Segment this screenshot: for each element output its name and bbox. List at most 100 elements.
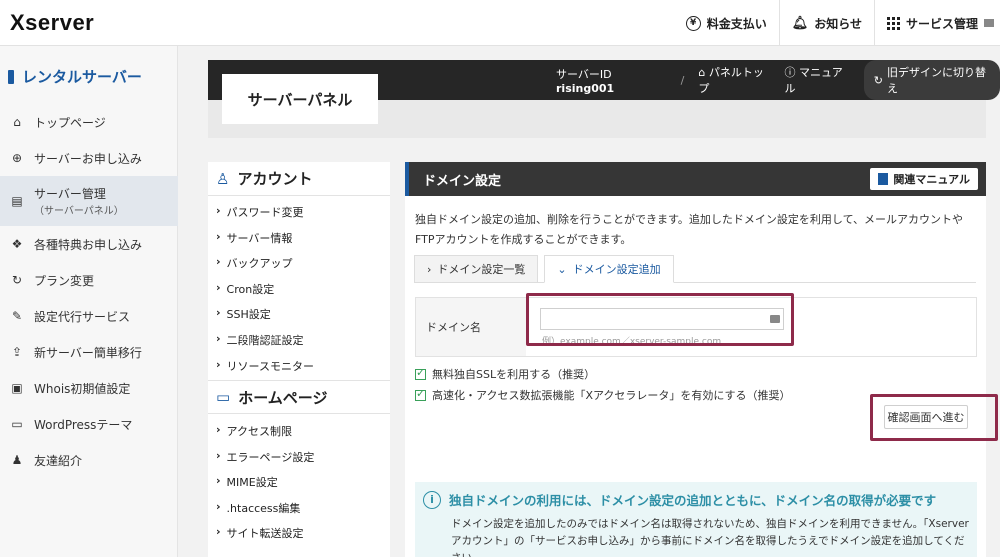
menu-link-cron[interactable]: › Cron設定 <box>216 281 274 297</box>
chevron-right-icon: › <box>216 358 221 371</box>
sidebar-item-referral[interactable]: ♟ 友達紹介 <box>0 446 178 474</box>
related-manual-button[interactable]: 関連マニュアル <box>870 168 978 190</box>
sidebar-item-label: WordPressテーマ <box>34 417 133 432</box>
homepage-title: ホームページ <box>238 388 328 407</box>
service-manage-label: サービス管理 <box>905 16 978 31</box>
checkbox-checked-icon[interactable] <box>415 366 426 380</box>
home-icon: ⌂ <box>13 115 21 129</box>
domain-settings-heading: ドメイン設定 関連マニュアル <box>405 162 986 196</box>
xserver-logo[interactable]: Xserver <box>10 10 94 36</box>
menu-link-htaccess[interactable]: › .htaccess編集 <box>216 500 300 516</box>
user-icon: ♟ <box>11 453 23 467</box>
chevron-down-icon: ⌄ <box>557 262 567 276</box>
tab-label: ドメイン設定一覧 <box>437 263 526 276</box>
checkbox-checked-icon[interactable] <box>415 387 426 401</box>
top-header: Xserver ¥ 料金支払い 🔔︎ お知らせ サービス管理 <box>0 0 1000 46</box>
menu-link-server-info[interactable]: › サーバー情報 <box>216 230 292 246</box>
refresh-icon: ↻ <box>873 73 883 87</box>
panel-top-label: パネルトップ <box>698 66 764 95</box>
tab-domain-list[interactable]: › ドメイン設定一覧 <box>414 255 539 283</box>
menu-link-resource[interactable]: › リソースモニター <box>216 358 314 374</box>
info-title-text: 独自ドメインの利用には、ドメイン設定の追加とともに、ドメイン名の取得が必要です <box>449 493 937 508</box>
menu-link-password[interactable]: › パスワード変更 <box>216 204 304 220</box>
info-text: ドメイン設定を追加したのみではドメイン名は取得されないため、独自ドメインを利用で… <box>451 518 969 557</box>
ssl-checkbox-row[interactable]: 無料独自SSLを利用する（推奨） <box>415 366 595 382</box>
sidebar-item-setup-service[interactable]: ✎ 設定代行サービス <box>0 302 178 330</box>
chevron-right-icon: › <box>216 204 221 217</box>
old-design-button[interactable]: ↻ 旧デザインに切り替え <box>863 60 1000 100</box>
sidebar-item-whois[interactable]: ▣ Whois初期値設定 <box>0 374 178 402</box>
menu-link-2fa[interactable]: › 二段階認証設定 <box>216 332 304 348</box>
sidebar-item-plan[interactable]: ↻ プラン変更 <box>0 266 178 294</box>
plus-circle-icon: ⊕ <box>11 151 23 165</box>
chevron-right-icon: › <box>216 332 221 345</box>
menu-link-label: Cron設定 <box>226 283 275 296</box>
sidebar-title-label: レンタルサーバー <box>22 68 142 86</box>
help-icon: ⓘ <box>784 66 796 79</box>
account-heading: ♙ アカウント <box>208 162 390 196</box>
manual-link[interactable]: ⓘ マニュアル <box>785 64 850 96</box>
accelerator-checkbox-label: 高速化・アクセス数拡張機能「Xアクセラレータ」を有効にする（推奨） <box>432 389 791 402</box>
old-design-label: 旧デザインに切り替え <box>886 66 986 95</box>
chevron-right-icon: › <box>216 230 221 243</box>
main-content: ドメイン設定 関連マニュアル 独自ドメイン設定の追加、削除を行うことができます。… <box>405 162 986 557</box>
panel-links: サーバーID rising001 / ⌂ パネルトップ ⓘ マニュアル ↻ 旧デザ… <box>556 60 1000 100</box>
menu-link-mime[interactable]: › MIME設定 <box>216 474 278 490</box>
window-icon: ▭ <box>11 417 23 431</box>
window-icon: ▭ <box>216 388 231 406</box>
panel-top-link[interactable]: ⌂ パネルトップ <box>698 64 770 96</box>
panel-title: サーバーパネル <box>222 74 378 124</box>
menu-link-error-page[interactable]: › エラーページ設定 <box>216 449 314 465</box>
server-id: サーバーID rising001 <box>556 66 667 95</box>
sidebar-item-migration[interactable]: ⇪ 新サーバー簡単移行 <box>0 338 178 366</box>
menu-link-backup[interactable]: › バックアップ <box>216 255 293 271</box>
sidebar-item-label-wrap: サーバー管理 （サーバーパネル） <box>34 185 124 217</box>
menu-link-access-limit[interactable]: › アクセス制限 <box>216 423 292 439</box>
confirm-button-highlight <box>870 394 998 441</box>
chevron-right-icon: › <box>427 262 432 276</box>
wrench-icon: ✎ <box>11 309 23 323</box>
sidebar-item-label: サーバーお申し込み <box>34 151 142 166</box>
separator: / <box>680 73 685 87</box>
menu-link-redirect[interactable]: › サイト転送設定 <box>216 525 304 541</box>
service-manage-link[interactable]: サービス管理 <box>873 0 1000 46</box>
sidebar-item-server-apply[interactable]: ⊕ サーバーお申し込み <box>0 144 178 172</box>
menu-link-label: リソースモニター <box>226 360 314 373</box>
sidebar-item-label: プラン変更 <box>34 273 95 288</box>
sidebar-item-server-manage[interactable]: ▤ サーバー管理 （サーバーパネル） <box>0 176 178 226</box>
menu-link-label: サイト転送設定 <box>226 527 304 540</box>
page-title: ドメイン設定 <box>423 173 502 189</box>
sidebar-item-label: 新サーバー簡単移行 <box>34 345 142 360</box>
yen-icon: ¥ <box>685 15 701 31</box>
server-bar-icon <box>8 69 14 84</box>
top-nav: ¥ 料金支払い 🔔︎ お知らせ サービス管理 <box>674 0 1000 46</box>
menu-link-label: サーバー情報 <box>226 232 293 245</box>
menu-link-ssh[interactable]: › SSH設定 <box>216 306 271 322</box>
sidebar-item-sublabel: （サーバーパネル） <box>34 206 124 217</box>
ssl-checkbox-label: 無料独自SSLを利用する（推奨） <box>432 368 596 381</box>
chevron-right-icon: › <box>216 525 221 538</box>
server-id-label: サーバーID <box>556 67 612 81</box>
grid-icon <box>886 16 900 30</box>
news-link[interactable]: 🔔︎ お知らせ <box>778 0 874 46</box>
panel-menu: ♙ アカウント › パスワード変更 › サーバー情報 › バックアップ › Cron設定… <box>208 162 390 557</box>
sidebar-item-top[interactable]: ⌂ トップページ <box>0 108 178 136</box>
accelerator-checkbox-row[interactable]: 高速化・アクセス数拡張機能「Xアクセラレータ」を有効にする（推奨） <box>415 387 791 403</box>
info-box: i 独自ドメインの利用には、ドメイン設定の追加とともに、ドメイン名の取得が必要で… <box>415 482 977 557</box>
sidebar-item-wp-theme[interactable]: ▭ WordPressテーマ <box>0 410 178 438</box>
server-icon: ▤ <box>11 194 23 208</box>
sidebar-item-benefits[interactable]: ❖ 各種特典お申し込み <box>0 230 178 258</box>
payment-link[interactable]: ¥ 料金支払い <box>674 0 779 46</box>
chevron-right-icon: › <box>216 500 221 513</box>
menu-link-label: エラーページ設定 <box>226 451 315 464</box>
menu-link-label: SSH設定 <box>226 308 271 321</box>
whois-icon: ▣ <box>11 381 23 395</box>
tab-label: ドメイン設定追加 <box>572 263 661 276</box>
info-title: i 独自ドメインの利用には、ドメイン設定の追加とともに、ドメイン名の取得が必要で… <box>423 490 936 509</box>
book-icon <box>878 173 889 185</box>
info-icon: i <box>423 490 441 509</box>
sidebar-item-label: サーバー管理 <box>34 187 106 201</box>
tab-bar: › ドメイン設定一覧 ⌄ ドメイン設定追加 <box>414 255 674 283</box>
chevron-right-icon: › <box>216 449 221 462</box>
tab-domain-add[interactable]: ⌄ ドメイン設定追加 <box>544 255 674 283</box>
